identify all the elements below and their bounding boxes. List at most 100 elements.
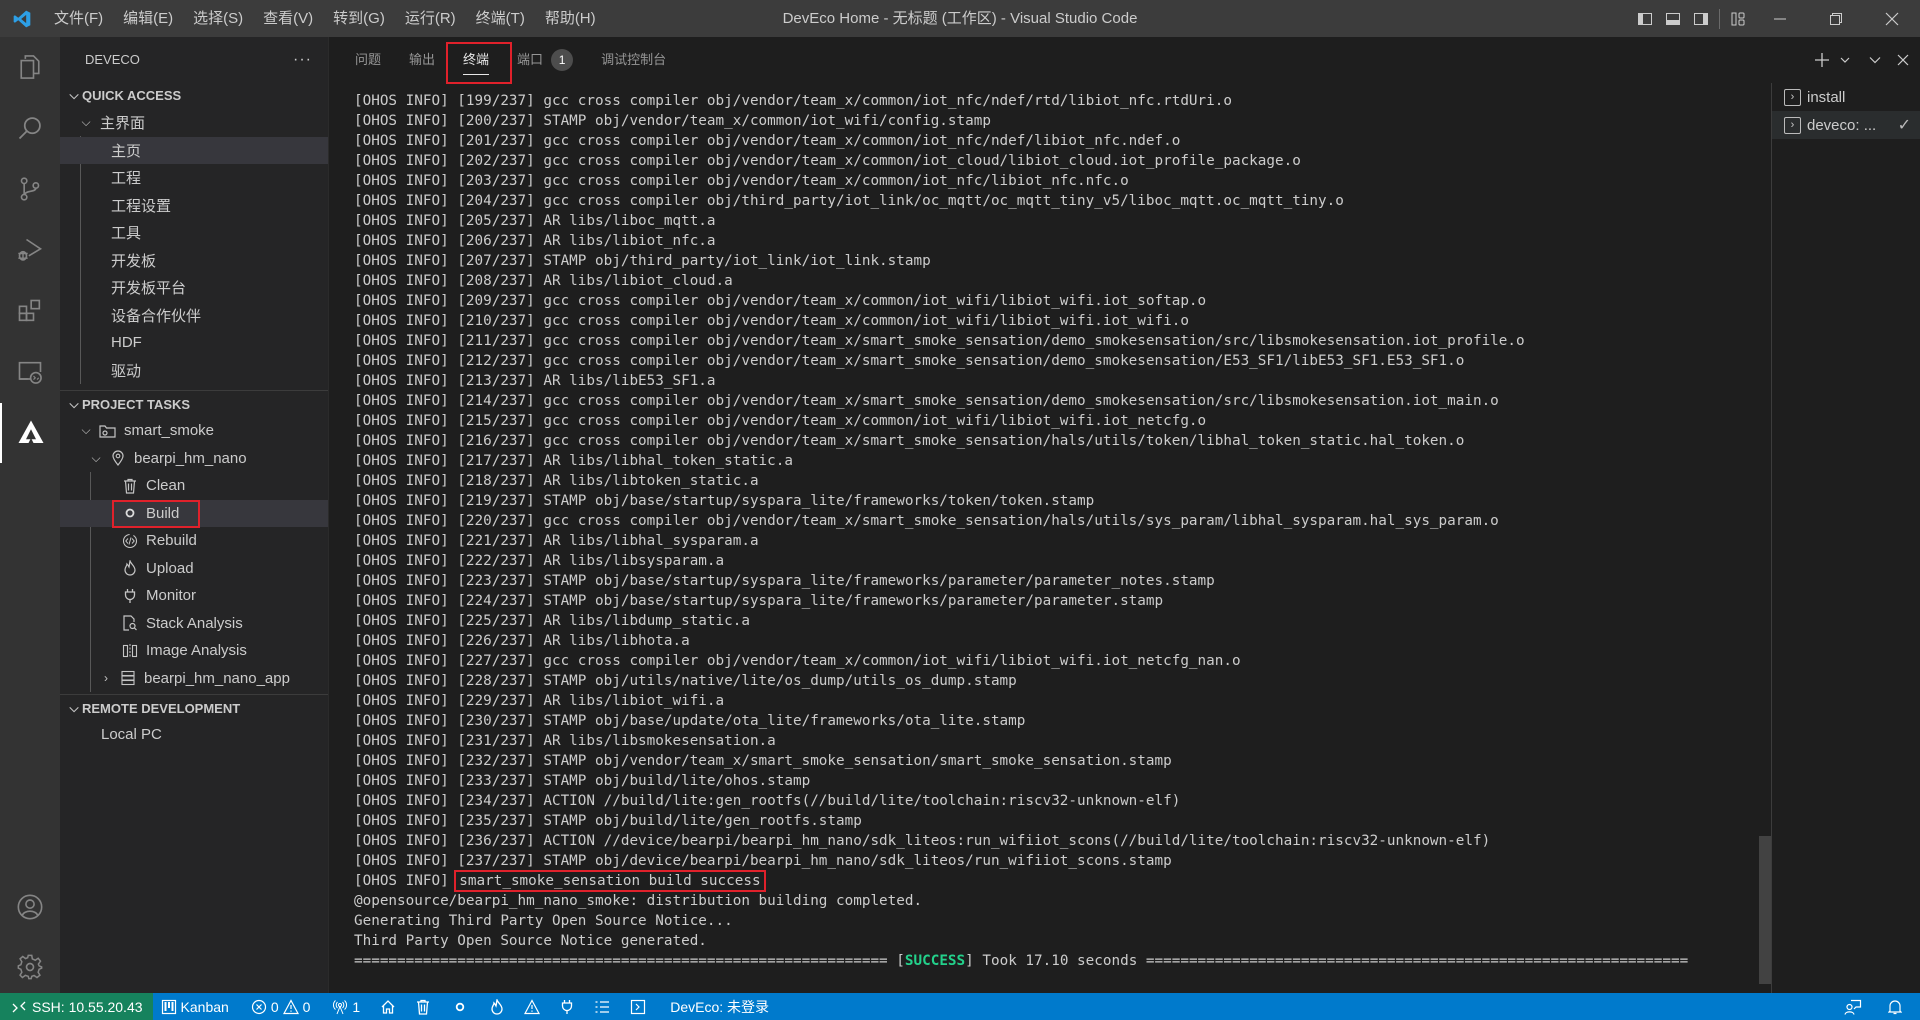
new-terminal-button[interactable]	[1814, 52, 1830, 68]
menu-terminal[interactable]: 终端(T)	[466, 0, 535, 37]
terminal-instance-install[interactable]: › install	[1772, 83, 1920, 111]
deveco-upload-button[interactable]	[482, 993, 512, 1020]
terminal-summary-line: ========================================…	[354, 951, 1754, 971]
maximize-panel-button[interactable]	[1868, 53, 1882, 67]
quick-access-item-project[interactable]: 工程	[60, 164, 328, 192]
terminal-line: [OHOS INFO] [216/237] gcc cross compiler…	[354, 433, 1465, 449]
terminal-line: [OHOS INFO] [230/237] STAMP obj/base/upd…	[354, 713, 1026, 729]
app-bearpi-hm-nano-app[interactable]: › bearpi_hm_nano_app	[60, 665, 328, 693]
remote-indicator[interactable]: SSH: 10.55.20.43	[0, 993, 153, 1020]
tab-terminal[interactable]: 终端	[449, 37, 503, 83]
close-icon	[1885, 12, 1899, 25]
section-remote-development[interactable]: ⌵ REMOTE DEVELOPMENT	[60, 694, 328, 721]
task-build[interactable]: Build	[60, 499, 328, 528]
activity-manage[interactable]	[0, 937, 60, 997]
activity-explorer[interactable]	[0, 37, 60, 97]
terminal-output[interactable]: [OHOS INFO] [199/237] gcc cross compiler…	[354, 91, 1754, 971]
terminal-list-divider[interactable]	[1771, 83, 1772, 993]
terminal-profile-dropdown[interactable]	[1840, 55, 1850, 65]
quick-access-item-partners[interactable]: 设备合作伙伴	[60, 302, 328, 330]
sidebar-title: DEVECO	[85, 52, 140, 67]
deveco-tasks-button[interactable]	[586, 993, 618, 1020]
quick-access-item-board-platform[interactable]: 开发板平台	[60, 274, 328, 302]
menu-run[interactable]: 运行(R)	[395, 0, 466, 37]
quick-access-item-boards[interactable]: 开发板	[60, 247, 328, 275]
more-actions-button[interactable]: ···	[293, 51, 312, 69]
task-stack-analysis[interactable]: Stack Analysis	[60, 610, 328, 638]
panel: 问题 输出 终端 端口 1 调试控制台 [OHOS INFO] [199/237…	[328, 37, 1920, 993]
terminal-line: [OHOS INFO] [204/237] gcc cross compiler…	[354, 193, 1344, 209]
tab-problems[interactable]: 问题	[341, 37, 395, 83]
minimize-button[interactable]	[1752, 0, 1808, 37]
deveco-build-button[interactable]	[446, 993, 474, 1020]
problems-indicator[interactable]: 0 0	[243, 993, 319, 1020]
tab-output[interactable]: 输出	[395, 37, 449, 83]
remote-icon	[12, 1001, 26, 1012]
activity-remote-explorer[interactable]	[0, 342, 60, 402]
quick-access-item-home[interactable]: 主页	[60, 136, 328, 164]
menu-selection[interactable]: 选择(S)	[183, 0, 253, 37]
board-bearpi-hm-nano[interactable]: ⌵ bearpi_hm_nano	[60, 445, 328, 473]
task-clean[interactable]: Clean	[60, 472, 328, 500]
server-icon	[118, 670, 138, 686]
menu-file[interactable]: 文件(F)	[44, 0, 113, 37]
toggle-secondary-sidebar-button[interactable]	[1687, 0, 1715, 37]
circle-icon	[120, 507, 140, 519]
deveco-monitor-button[interactable]	[552, 993, 582, 1020]
activity-extensions[interactable]	[0, 281, 60, 341]
deveco-warning-button[interactable]	[516, 993, 548, 1020]
close-window-button[interactable]	[1864, 0, 1920, 37]
tab-ports[interactable]: 端口 1	[503, 37, 587, 83]
tab-label: 端口	[517, 52, 544, 67]
deveco-terminal-button[interactable]	[622, 993, 654, 1020]
section-quick-access[interactable]: ⌵ QUICK ACCESS	[60, 82, 328, 109]
restore-button[interactable]	[1808, 0, 1864, 37]
tree-group-main[interactable]: ⌵ 主界面	[60, 109, 328, 137]
menu-view[interactable]: 查看(V)	[253, 0, 323, 37]
terminal-instance-deveco[interactable]: › deveco: ... ✓	[1772, 111, 1920, 139]
quick-access-item-tools[interactable]: 工具	[60, 219, 328, 247]
title-separator	[1719, 8, 1720, 29]
quick-access-item-drivers[interactable]: 驱动	[60, 357, 328, 385]
chevron-right-icon: ›	[104, 671, 108, 686]
task-image-analysis[interactable]: Image Analysis	[60, 637, 328, 665]
deveco-home-button[interactable]	[372, 993, 404, 1020]
terminal-line: [OHOS INFO] [214/237] gcc cross compiler…	[354, 393, 1499, 409]
close-icon	[1897, 54, 1909, 66]
quick-access-item-project-settings[interactable]: 工程设置	[60, 192, 328, 220]
activity-search[interactable]	[0, 98, 60, 158]
tab-debug-console[interactable]: 调试控制台	[587, 37, 680, 83]
tree-label: Rebuild	[146, 532, 197, 550]
menu-help[interactable]: 帮助(H)	[535, 0, 606, 37]
ports-indicator[interactable]: 1	[324, 993, 368, 1020]
feedback-button[interactable]	[1828, 993, 1878, 1020]
project-smart-smoke[interactable]: ⌵ smart_smoke	[60, 417, 328, 445]
deveco-clean-button[interactable]	[408, 993, 438, 1020]
activity-accounts[interactable]	[0, 877, 60, 937]
task-upload[interactable]: Upload	[60, 555, 328, 583]
activity-deveco[interactable]	[0, 403, 60, 463]
task-rebuild[interactable]: Rebuild	[60, 527, 328, 555]
task-monitor[interactable]: Monitor	[60, 582, 328, 610]
customize-layout-button[interactable]	[1724, 0, 1752, 37]
close-panel-button[interactable]	[1896, 53, 1910, 67]
quick-access-item-hdf[interactable]: HDF	[60, 329, 328, 357]
ports-count: 1	[352, 998, 361, 1015]
notifications-button[interactable]	[1878, 993, 1920, 1020]
chevron-down-icon	[1869, 57, 1881, 64]
toggle-primary-sidebar-button[interactable]	[1631, 0, 1659, 37]
chevron-down-icon: ⌵	[91, 450, 101, 465]
activity-run-debug[interactable]	[0, 220, 60, 280]
menu-edit[interactable]: 编辑(E)	[113, 0, 183, 37]
terminal-instance-label: install	[1807, 88, 1846, 106]
remote-local-pc[interactable]: Local PC	[60, 721, 328, 749]
toggle-panel-button[interactable]	[1659, 0, 1687, 37]
terminal-line: [OHOS INFO] [228/237] STAMP obj/utils/na…	[354, 673, 1017, 689]
menu-go[interactable]: 转到(G)	[323, 0, 395, 37]
section-project-tasks[interactable]: ⌵ PROJECT TASKS	[60, 390, 328, 417]
activity-source-control[interactable]	[0, 159, 60, 219]
kanban-button[interactable]: Kanban	[153, 993, 237, 1020]
search-icon	[18, 117, 41, 140]
deveco-login-status[interactable]: DevEco: 未登录	[662, 993, 777, 1020]
terminal-scrollbar-thumb[interactable]	[1759, 836, 1771, 984]
